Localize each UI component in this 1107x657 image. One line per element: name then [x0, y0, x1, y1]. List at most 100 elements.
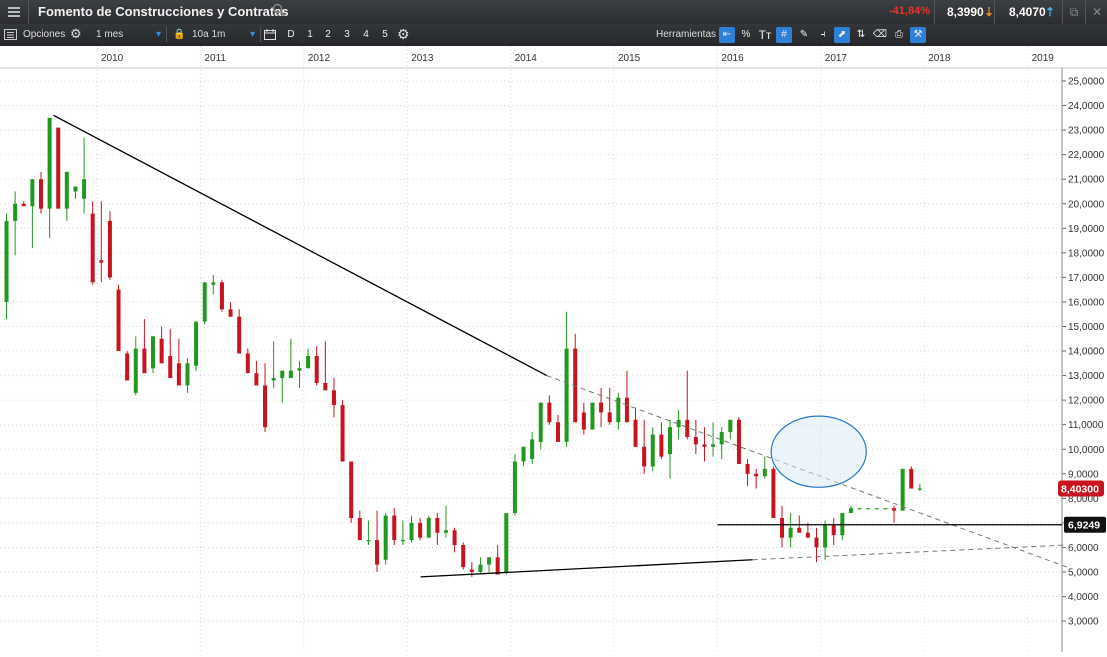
y-tick-label: 11,0000 — [1068, 420, 1104, 431]
level-price-label: 6,9249 — [1068, 520, 1100, 532]
y-tick-label: 15,0000 — [1068, 322, 1105, 333]
interval-select[interactable]: 1 mes ▾ — [90, 27, 167, 42]
print-icon[interactable]: ⎙ — [891, 27, 907, 43]
candle-body — [823, 525, 828, 548]
candle-body — [426, 517, 431, 538]
candle-body — [693, 436, 698, 445]
x-tick-label: 2010 — [101, 53, 124, 64]
candle-body — [883, 508, 888, 510]
chevron-down-icon: ▾ — [156, 29, 162, 40]
percent-toggle[interactable]: % — [738, 27, 754, 43]
period-button-4[interactable]: 4 — [358, 27, 374, 43]
candle-body — [56, 127, 61, 209]
candle-body — [538, 402, 543, 442]
chart-canvas: 2010 2011 2012 2013 2014 2015 2016 2017 2018 2019… — [0, 46, 1107, 652]
ask-arrow-icon: ⇡ — [1045, 5, 1056, 19]
period-button-2[interactable]: 2 — [320, 27, 336, 43]
candle-body — [288, 370, 293, 379]
ask-button[interactable]: 8,4070 ⇡ — [994, 0, 1061, 24]
candle-body — [831, 525, 836, 536]
candle-body — [392, 515, 397, 541]
candle-body — [650, 434, 655, 467]
candle-body — [237, 316, 242, 354]
y-tick-label: 10,0000 — [1068, 445, 1105, 456]
instrument-title: Fomento de Construcciones y Contratas — [38, 4, 289, 19]
y-tick-label: 6,0000 — [1068, 543, 1099, 554]
hamburger-menu-icon[interactable] — [0, 0, 29, 24]
indicator-icon[interactable]: ⇅ — [853, 27, 869, 43]
candle-body — [4, 220, 9, 302]
candle-body — [685, 419, 690, 437]
candle-body — [107, 220, 112, 278]
candle-body — [530, 439, 535, 460]
period-button-1[interactable]: 1 — [302, 27, 318, 43]
candle-body — [366, 540, 371, 542]
grid-toggle-icon[interactable]: # — [776, 27, 792, 43]
y-tick-label: 20,0000 — [1068, 199, 1105, 210]
eraser-icon[interactable]: ⌫ — [872, 27, 888, 43]
settings-gear-icon[interactable]: ⚙ — [397, 26, 410, 43]
price-chart[interactable]: 2010 2011 2012 2013 2014 2015 2016 2017 2018 2019… — [0, 46, 1107, 652]
candle-body — [754, 473, 759, 477]
candle-body — [599, 402, 604, 413]
text-tool-icon[interactable]: Tᴛ — [757, 27, 773, 43]
bid-price: 8,3990 — [947, 5, 984, 19]
y-tick-label: 25,0000 — [1068, 77, 1105, 88]
candle-body — [642, 446, 647, 467]
calendar-icon[interactable] — [264, 29, 276, 40]
close-icon[interactable]: ✕ — [1085, 0, 1107, 24]
tools-label: Herramientas — [656, 29, 717, 40]
chevron-down-icon: ▾ — [250, 29, 256, 40]
candle-body — [331, 390, 336, 406]
candle-body — [900, 468, 905, 511]
period-button-d[interactable]: D — [283, 27, 299, 43]
bid-button[interactable]: 8,3990 ⇣ — [934, 0, 995, 24]
candle-body — [633, 419, 638, 447]
candle-body — [263, 385, 268, 428]
y-tick-label: 21,0000 — [1068, 175, 1105, 186]
candle-body — [702, 444, 707, 447]
candle-body — [73, 186, 78, 192]
lock-icon[interactable]: 🔒 — [173, 29, 185, 40]
search-icon[interactable] — [272, 3, 286, 17]
candle-body — [711, 444, 716, 447]
candle-type-icon[interactable]: ⫞ — [815, 27, 831, 43]
trend-tool-icon[interactable]: ⬈ — [834, 27, 850, 43]
period-button-5[interactable]: 5 — [377, 27, 393, 43]
range-select[interactable]: 10a 1m ▾ — [186, 27, 261, 42]
candle-body — [443, 530, 448, 533]
chart-settings-icon[interactable]: ⚒ — [910, 27, 926, 43]
y-tick-label: 17,0000 — [1068, 273, 1105, 284]
y-tick-label: 14,0000 — [1068, 347, 1105, 358]
candle-body — [736, 419, 741, 464]
range-select-value: 10a 1m — [192, 29, 226, 40]
candle-body — [99, 260, 104, 263]
last-price-label: 8,40300 — [1061, 484, 1099, 496]
x-tick-label: 2016 — [721, 53, 744, 64]
options-gear-icon[interactable]: ⚙ — [70, 26, 82, 42]
candle-body — [159, 338, 164, 364]
x-tick-label: 2017 — [825, 53, 848, 64]
candle-body — [590, 402, 595, 430]
x-tick-label: 2015 — [618, 53, 641, 64]
chart-toolbar: Opciones ⚙ 1 mes ▾ 🔒 10a 1m ▾ D 1 2 3 4 … — [0, 24, 1107, 47]
candle-body — [47, 117, 52, 209]
draw-line-icon[interactable]: ✎ — [796, 27, 812, 43]
period-button-3[interactable]: 3 — [339, 27, 355, 43]
candle-body — [383, 515, 388, 560]
candle-body — [745, 463, 750, 474]
candle-body — [228, 309, 233, 317]
candle-body — [788, 527, 793, 538]
candle-body — [142, 348, 147, 374]
y-tick-label: 4,0000 — [1068, 592, 1099, 603]
candle-body — [461, 544, 466, 568]
ask-price: 8,4070 — [1009, 5, 1046, 19]
x-tick-label: 2018 — [928, 53, 951, 64]
detach-window-icon[interactable]: ⧉ — [1062, 0, 1085, 24]
candle-body — [271, 378, 276, 381]
options-list-icon[interactable] — [4, 29, 17, 40]
cursor-tool-icon[interactable]: ⇤ — [719, 27, 735, 43]
options-menu[interactable]: Opciones — [23, 29, 65, 40]
candle-body — [133, 348, 138, 393]
candle-body — [168, 355, 173, 379]
